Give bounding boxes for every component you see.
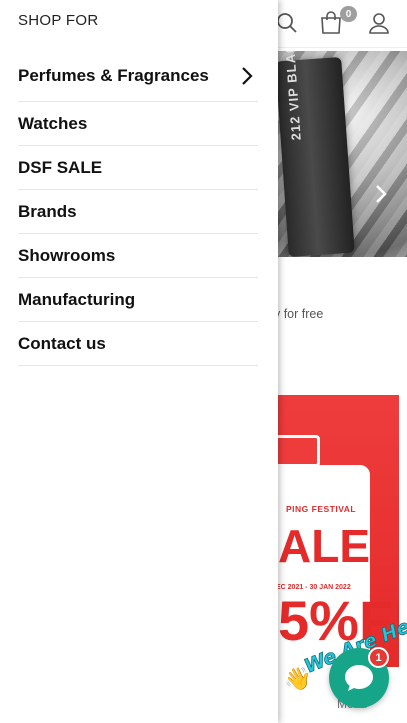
cart-count-badge: 0	[340, 6, 357, 22]
menu-item-label: Contact us	[18, 333, 106, 353]
menu-item-watches[interactable]: Watches	[18, 102, 258, 146]
sale-big-text: ALE	[278, 520, 370, 572]
menu-item-manufacturing[interactable]: Manufacturing	[18, 278, 258, 322]
menu-item-label: Watches	[18, 113, 88, 133]
menu-item-brands[interactable]: Brands	[18, 190, 258, 234]
chevron-right-icon[interactable]	[370, 181, 392, 207]
menu-item-label: Showrooms	[18, 245, 116, 265]
chat-bubble-icon	[345, 665, 373, 691]
user-icon[interactable]	[366, 10, 392, 36]
bottle-label: 212 VIP BLACK	[281, 51, 304, 141]
menu-item-label: Manufacturing	[18, 289, 136, 309]
navigation-drawer: SHOP FOR Perfumes & Fragrances Watches D…	[0, 0, 278, 723]
menu-item-dsf-sale[interactable]: DSF SALE	[18, 146, 258, 190]
menu-item-contact-us[interactable]: Contact us	[18, 322, 258, 366]
drawer-menu: Perfumes & Fragrances Watches DSF SALE B…	[18, 50, 258, 366]
menu-item-label: DSF SALE	[18, 157, 103, 177]
menu-item-perfumes[interactable]: Perfumes & Fragrances	[18, 50, 258, 102]
waving-hand-icon: 👋	[284, 666, 312, 691]
menu-item-showrooms[interactable]: Showrooms	[18, 234, 258, 278]
drawer-title: SHOP FOR	[18, 12, 99, 29]
perfume-bottle-image: 212 VIP BLACK	[275, 51, 355, 257]
sale-festival-text: PING FESTIVAL	[286, 504, 357, 514]
chat-unread-badge: 1	[368, 647, 389, 668]
chevron-right-icon[interactable]	[236, 65, 258, 87]
menu-item-label: Brands	[18, 201, 77, 221]
menu-item-label: Perfumes & Fragrances	[18, 65, 209, 85]
